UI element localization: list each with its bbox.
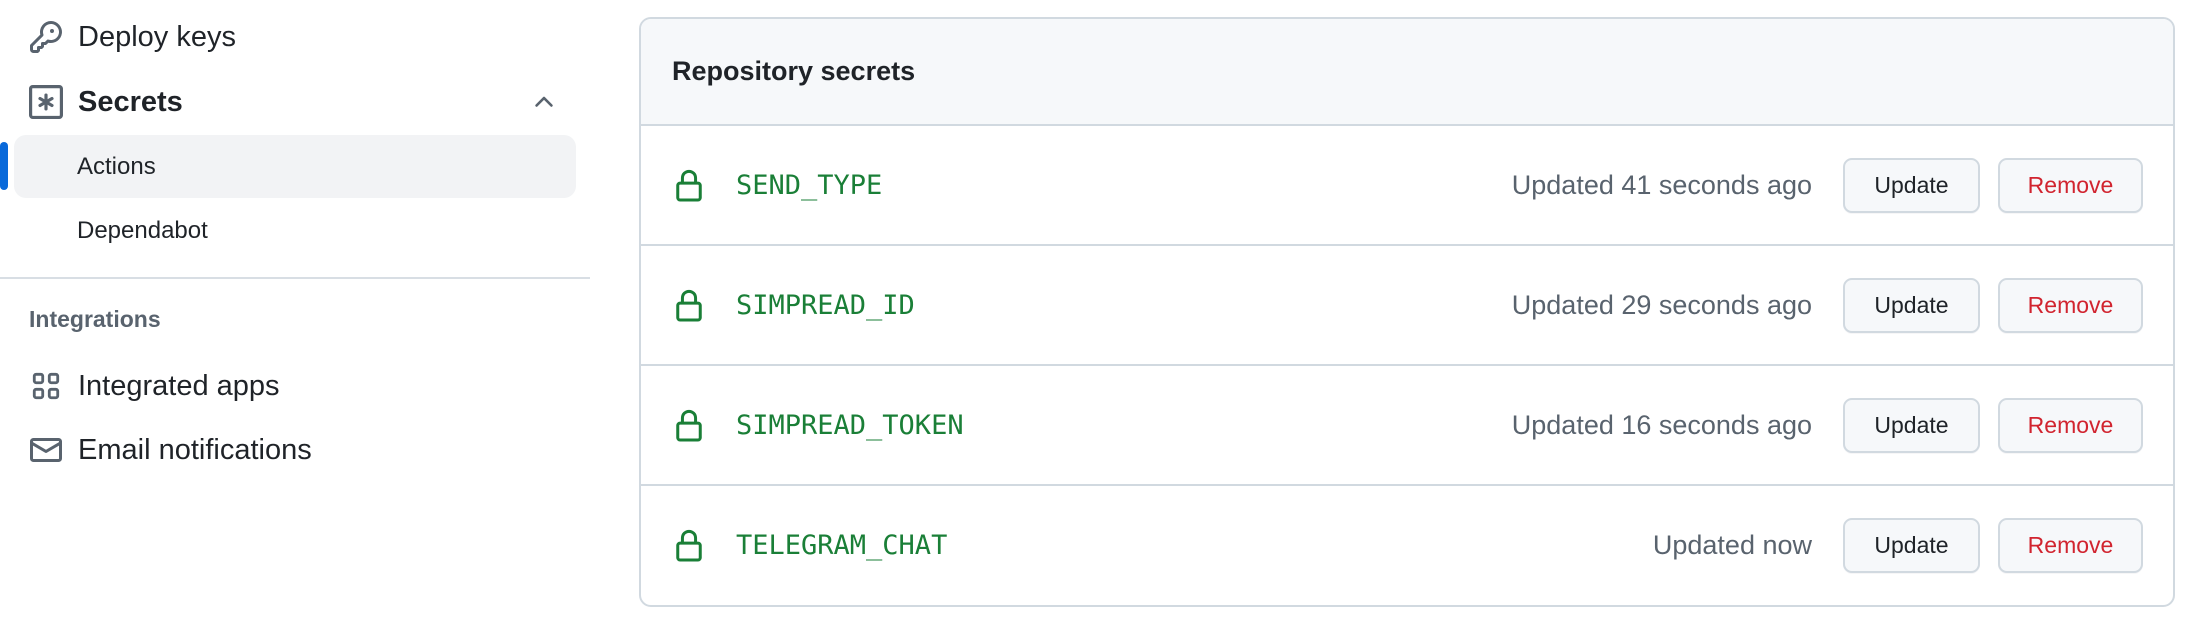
- settings-sidebar: Deploy keys Secrets Actions Dependabot I…: [0, 0, 595, 628]
- sidebar-item-label: Deploy keys: [78, 20, 236, 53]
- mail-icon: [28, 432, 64, 468]
- remove-button[interactable]: Remove: [1998, 158, 2143, 213]
- sidebar-divider: [0, 277, 590, 279]
- sidebar-item-secrets[interactable]: Secrets: [28, 74, 183, 130]
- sidebar-item-dependabot[interactable]: Dependabot: [14, 199, 576, 262]
- active-indicator: [0, 142, 8, 190]
- remove-button[interactable]: Remove: [1998, 398, 2143, 453]
- lock-icon: [674, 168, 704, 202]
- sidebar-item-label: Actions: [77, 152, 156, 180]
- update-button[interactable]: Update: [1843, 278, 1980, 333]
- secret-row: SIMPREAD_ID Updated 29 seconds ago Updat…: [641, 246, 2173, 366]
- secret-name: SIMPREAD_ID: [736, 289, 915, 321]
- update-button[interactable]: Update: [1843, 158, 1980, 213]
- secret-updated-time: Updated now: [1652, 529, 1812, 560]
- section-heading-integrations: Integrations: [29, 306, 161, 332]
- chevron-up-icon[interactable]: [526, 84, 562, 120]
- apps-icon: [28, 368, 64, 404]
- secret-updated-time: Updated 16 seconds ago: [1511, 409, 1812, 440]
- panel-header: Repository secrets: [641, 19, 2173, 126]
- secret-row: SIMPREAD_TOKEN Updated 16 seconds ago Up…: [641, 366, 2173, 486]
- sidebar-item-label: Integrated apps: [78, 369, 280, 402]
- key-icon: [28, 19, 64, 55]
- sidebar-item-label: Email notifications: [78, 433, 312, 466]
- sidebar-item-actions[interactable]: Actions: [14, 135, 576, 198]
- secret-name: TELEGRAM_CHAT: [736, 529, 948, 561]
- update-button[interactable]: Update: [1843, 518, 1980, 573]
- secret-updated-time: Updated 29 seconds ago: [1511, 289, 1812, 320]
- sidebar-item-integrated-apps[interactable]: Integrated apps: [28, 358, 280, 414]
- secret-name: SIMPREAD_TOKEN: [736, 409, 964, 441]
- repository-secrets-panel: Repository secrets SEND_TYPE Updated 41 …: [639, 17, 2175, 607]
- sidebar-item-email-notifications[interactable]: Email notifications: [28, 422, 312, 478]
- sidebar-item-label: Secrets: [78, 85, 183, 118]
- asterisk-icon: [28, 84, 64, 120]
- lock-icon: [674, 408, 704, 442]
- lock-icon: [674, 528, 704, 562]
- remove-button[interactable]: Remove: [1998, 278, 2143, 333]
- lock-icon: [674, 288, 704, 322]
- remove-button[interactable]: Remove: [1998, 518, 2143, 573]
- panel-title: Repository secrets: [672, 56, 916, 86]
- sidebar-item-deploy-keys[interactable]: Deploy keys: [28, 9, 236, 65]
- secret-row: SEND_TYPE Updated 41 seconds ago Update …: [641, 126, 2173, 246]
- sidebar-item-label: Dependabot: [77, 216, 208, 244]
- secret-updated-time: Updated 41 seconds ago: [1511, 169, 1812, 200]
- update-button[interactable]: Update: [1843, 398, 1980, 453]
- secret-row: TELEGRAM_CHAT Updated now Update Remove: [641, 486, 2173, 605]
- secret-name: SEND_TYPE: [736, 169, 883, 201]
